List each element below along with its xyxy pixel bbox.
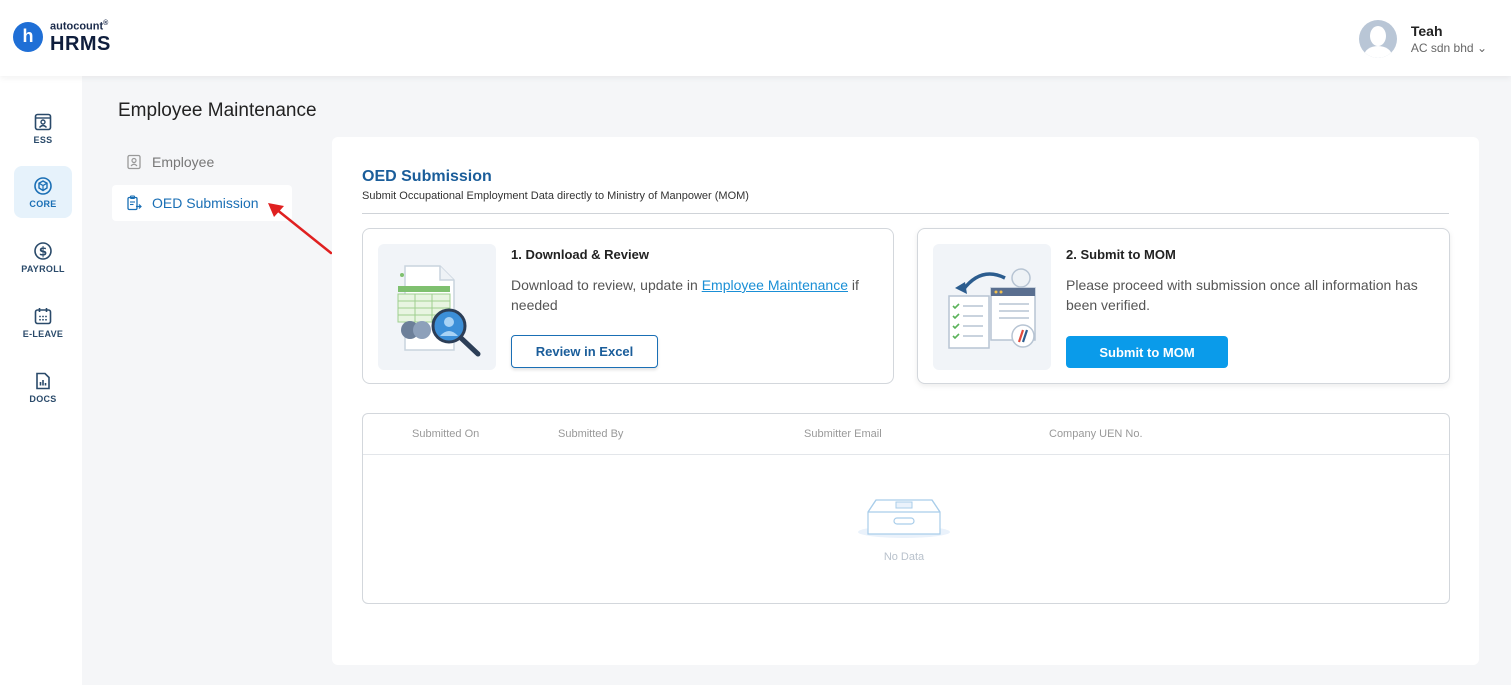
nav-item-e-leave[interactable]: E-LEAVE	[14, 296, 72, 348]
nav-label-docs: DOCS	[29, 393, 57, 404]
nav-label-ess: ESS	[33, 134, 53, 145]
page-title: Employee Maintenance	[118, 100, 317, 121]
nav-item-ess[interactable]: ESS	[14, 102, 72, 154]
submenu-label-oed-submission: OED Submission	[152, 195, 259, 211]
svg-text:$: $	[39, 244, 47, 258]
submission-checklist-illustration-icon	[933, 244, 1051, 370]
no-data-text: No Data	[883, 551, 925, 563]
dollar-circle-icon: $	[34, 241, 52, 260]
employee-card-icon	[127, 154, 141, 170]
ess-icon	[34, 113, 52, 130]
chevron-down-icon: ⌄	[1476, 41, 1487, 55]
empty-box-icon	[858, 499, 950, 538]
oed-submission-panel: OED Submission Submit Occupational Emplo…	[332, 137, 1479, 665]
review-in-excel-button[interactable]: Review in Excel	[511, 335, 658, 368]
submenu-item-employee[interactable]: Employee	[112, 144, 292, 180]
download-review-description: Download to review, update in Employee M…	[511, 277, 859, 313]
column-header-company-uen: Company UEN No.	[1049, 428, 1143, 440]
logo-product-text: HRMS	[50, 32, 111, 55]
section-subtitle: Submit Occupational Employment Data dire…	[362, 190, 749, 202]
logo-badge: h	[13, 21, 43, 52]
submit-to-mom-title: 2. Submit to MOM	[1066, 247, 1176, 262]
registered-mark: ®	[103, 20, 109, 27]
empty-state: No Data	[849, 492, 959, 563]
calendar-icon	[34, 307, 52, 324]
top-header: h autocount® HRMS Teah AC sdn bhd ⌄	[0, 0, 1511, 76]
submit-to-mom-description: Please proceed with submission once all …	[1066, 277, 1418, 313]
logo-brand-text: autocount	[50, 20, 104, 33]
module-sidebar: ESS CORE $ PAYROLL E-LEAVE DOCS	[0, 76, 82, 685]
download-review-card: 1. Download & Review Download to review,…	[362, 228, 894, 384]
core-cube-icon	[34, 176, 52, 195]
nav-item-payroll[interactable]: $ PAYROLL	[14, 231, 72, 283]
nav-label-core: CORE	[29, 198, 57, 209]
column-header-submitter-email: Submitter Email	[804, 428, 882, 440]
nav-item-core[interactable]: CORE	[14, 166, 72, 218]
autocount-hrms-logo[interactable]: h autocount® HRMS	[13, 20, 111, 54]
submission-icon	[127, 195, 142, 211]
document-chart-icon	[36, 372, 50, 389]
section-title: OED Submission	[362, 168, 492, 185]
submenu-label-employee: Employee	[152, 154, 215, 170]
annotation-arrow-icon	[268, 203, 333, 255]
nav-label-e-leave: E-LEAVE	[22, 328, 64, 339]
user-name: Teah	[1410, 23, 1443, 39]
section-divider	[362, 213, 1449, 214]
submit-to-mom-card: 2. Submit to MOM Please proceed with sub…	[917, 228, 1450, 384]
employee-maintenance-link[interactable]: Employee Maintenance	[702, 277, 848, 293]
submission-history-table: Submitted On Submitted By Submitter Emai…	[362, 413, 1450, 604]
submit-to-mom-button[interactable]: Submit to MOM	[1066, 336, 1228, 368]
column-header-submitted-on: Submitted On	[412, 428, 480, 440]
column-header-submitted-by: Submitted By	[558, 428, 624, 440]
company-name: AC sdn bhd	[1410, 41, 1474, 55]
nav-item-docs[interactable]: DOCS	[14, 361, 72, 413]
download-review-title: 1. Download & Review	[511, 247, 649, 262]
avatar[interactable]	[1358, 20, 1397, 58]
spreadsheet-review-illustration-icon	[378, 244, 496, 370]
user-menu[interactable]: Teah AC sdn bhd ⌄	[1358, 20, 1487, 58]
nav-label-payroll: PAYROLL	[21, 263, 65, 274]
table-header: Submitted On Submitted By Submitter Emai…	[363, 414, 1449, 455]
company-selector[interactable]: AC sdn bhd ⌄	[1411, 41, 1487, 55]
